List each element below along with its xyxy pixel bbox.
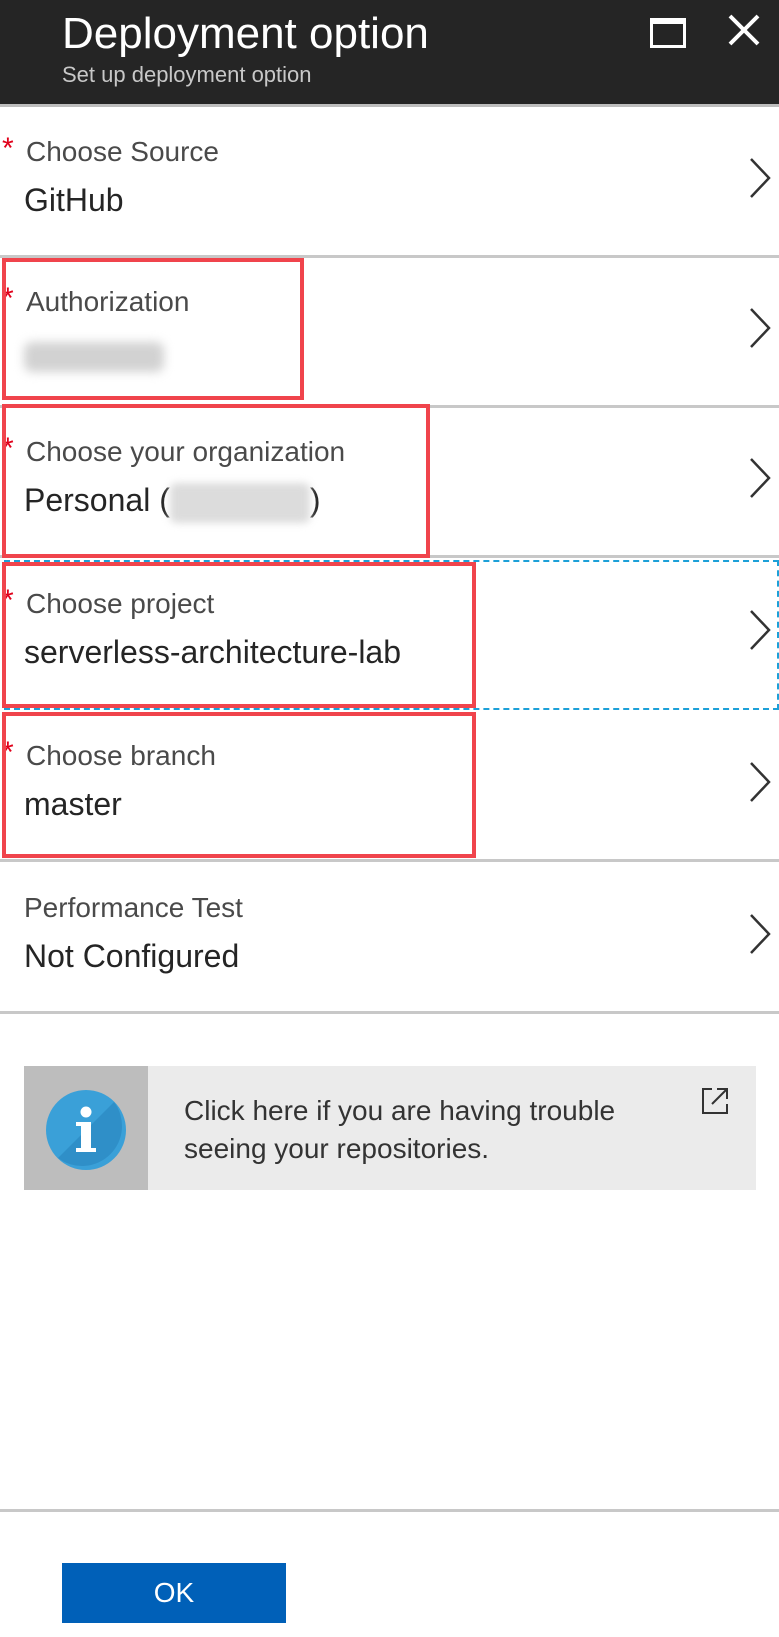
choose-organization-value: Personal () (24, 482, 321, 523)
performance-test-label: Performance Test (24, 892, 243, 923)
choose-organization-row[interactable]: * Choose your organization Personal () (0, 406, 779, 558)
chevron-right-icon (750, 308, 771, 348)
info-icon (46, 1090, 126, 1170)
close-icon[interactable] (724, 10, 764, 50)
chevron-right-icon (750, 610, 771, 650)
chevron-right-icon (750, 158, 771, 198)
repository-help-text: Click here if you are having trouble see… (184, 1095, 616, 1164)
performance-test-row[interactable]: Performance Test Not Configured (0, 862, 779, 1014)
authorization-row[interactable]: * Authorization (0, 256, 779, 408)
chevron-right-icon (750, 458, 771, 498)
footer-divider (0, 1509, 779, 1512)
choose-branch-value: master (24, 786, 122, 822)
ok-button[interactable]: OK (62, 1563, 286, 1623)
required-marker: * (2, 584, 14, 617)
authorization-value-redacted (24, 342, 164, 372)
required-marker: * (2, 432, 14, 465)
chevron-right-icon (750, 762, 771, 802)
choose-source-value: GitHub (24, 182, 124, 218)
external-link-icon (702, 1088, 728, 1114)
row-divider (0, 1011, 779, 1014)
blade-title: Deployment option (62, 9, 429, 58)
choose-project-value: serverless-architecture-lab (24, 634, 402, 670)
choose-branch-label: Choose branch (26, 740, 216, 771)
required-marker: * (2, 736, 14, 769)
blade-subtitle: Set up deployment option (62, 62, 312, 87)
required-marker: * (2, 282, 14, 315)
performance-test-value: Not Configured (24, 938, 240, 974)
choose-branch-row[interactable]: * Choose branch master (0, 710, 779, 862)
organization-value-prefix: Personal ( (24, 482, 170, 518)
authorization-label: Authorization (26, 286, 190, 317)
blade-header: Deployment option Set up deployment opti… (0, 0, 779, 104)
choose-source-row[interactable]: * Choose Source GitHub (0, 106, 779, 258)
choose-project-label: Choose project (26, 588, 215, 619)
required-marker: * (2, 132, 14, 165)
chevron-right-icon (750, 914, 771, 954)
choose-organization-label: Choose your organization (26, 436, 346, 467)
choose-source-label: Choose Source (26, 136, 220, 167)
organization-value-suffix: ) (309, 482, 321, 518)
organization-value-redacted (169, 482, 310, 523)
repository-help-link[interactable]: Click here if you are having trouble see… (24, 1066, 756, 1190)
maximize-icon[interactable] (650, 18, 686, 48)
choose-project-row[interactable]: * Choose project serverless-architecture… (0, 558, 779, 710)
info-icon-cell (24, 1066, 148, 1190)
